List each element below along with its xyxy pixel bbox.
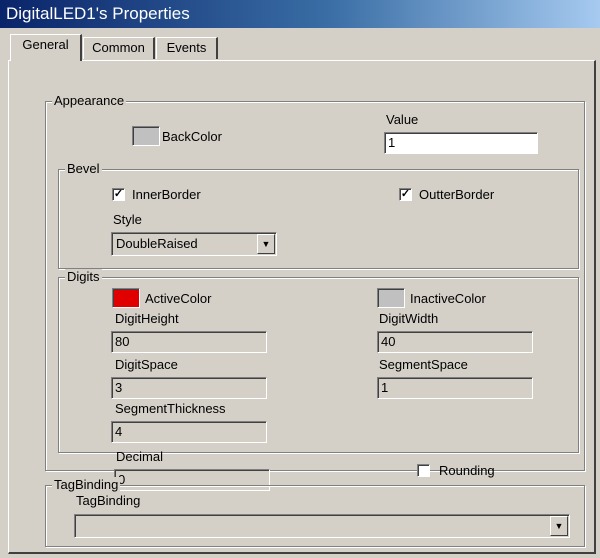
- digit-space-label: DigitSpace: [115, 357, 178, 372]
- digits-legend: Digits: [65, 269, 102, 285]
- bevel-legend: Bevel: [65, 161, 102, 177]
- outter-border-label: OutterBorder: [419, 187, 495, 202]
- segment-thickness-input[interactable]: 4: [111, 421, 267, 443]
- value-label: Value: [386, 112, 419, 127]
- digit-height-input[interactable]: 80: [111, 331, 267, 353]
- appearance-legend: Appearance: [52, 93, 127, 109]
- style-dropdown[interactable]: DoubleRaised ▼: [111, 232, 277, 256]
- active-color-label: ActiveColor: [145, 291, 212, 306]
- rounding-label: Rounding: [439, 463, 495, 478]
- tagbinding-legend: TagBinding: [52, 477, 121, 493]
- style-dropdown-value: DoubleRaised: [116, 236, 198, 251]
- tab-events[interactable]: Events: [156, 37, 218, 59]
- decimal-label: Decimal: [116, 449, 163, 464]
- value-input[interactable]: 1: [384, 132, 538, 154]
- digit-height-label: DigitHeight: [115, 311, 179, 326]
- backcolor-label: BackColor: [162, 129, 222, 144]
- inner-border-label: InnerBorder: [132, 187, 201, 202]
- segment-space-label: SegmentSpace: [379, 357, 468, 372]
- backcolor-swatch[interactable]: [132, 126, 160, 146]
- tagbinding-dropdown[interactable]: ▼: [74, 514, 570, 538]
- tab-common[interactable]: Common: [83, 37, 155, 59]
- chevron-down-icon[interactable]: ▼: [550, 516, 568, 536]
- inactive-color-swatch[interactable]: [377, 288, 405, 308]
- digit-width-input[interactable]: 40: [377, 331, 533, 353]
- properties-panel: General Common Events Appearance BackCol…: [0, 28, 600, 558]
- segment-space-input[interactable]: 1: [377, 377, 533, 399]
- tagbinding-label: TagBinding: [76, 493, 141, 508]
- inactive-color-label: InactiveColor: [410, 291, 486, 306]
- tab-general[interactable]: General: [10, 34, 82, 61]
- tagbinding-group: TagBinding TagBinding ▼: [45, 477, 585, 547]
- general-tab-page: Appearance BackColor Value 1 Bevel ✓ Inn…: [8, 60, 596, 554]
- bevel-group: Bevel ✓ InnerBorder ✓ OutterBorder Style…: [58, 161, 579, 269]
- active-color-swatch[interactable]: [112, 288, 140, 308]
- rounding-checkbox[interactable]: [417, 464, 430, 477]
- style-label: Style: [113, 212, 142, 227]
- digit-space-input[interactable]: 3: [111, 377, 267, 399]
- digit-width-label: DigitWidth: [379, 311, 439, 326]
- inner-border-checkbox[interactable]: ✓: [112, 188, 125, 201]
- chevron-down-icon[interactable]: ▼: [257, 234, 275, 254]
- outter-border-checkbox[interactable]: ✓: [399, 188, 412, 201]
- segment-thickness-label: SegmentThickness: [115, 401, 226, 416]
- digits-group: Digits ActiveColor InactiveColor DigitHe…: [58, 269, 579, 453]
- appearance-group: Appearance BackColor Value 1 Bevel ✓ Inn…: [45, 93, 585, 491]
- window-title: DigitalLED1's Properties: [0, 0, 600, 28]
